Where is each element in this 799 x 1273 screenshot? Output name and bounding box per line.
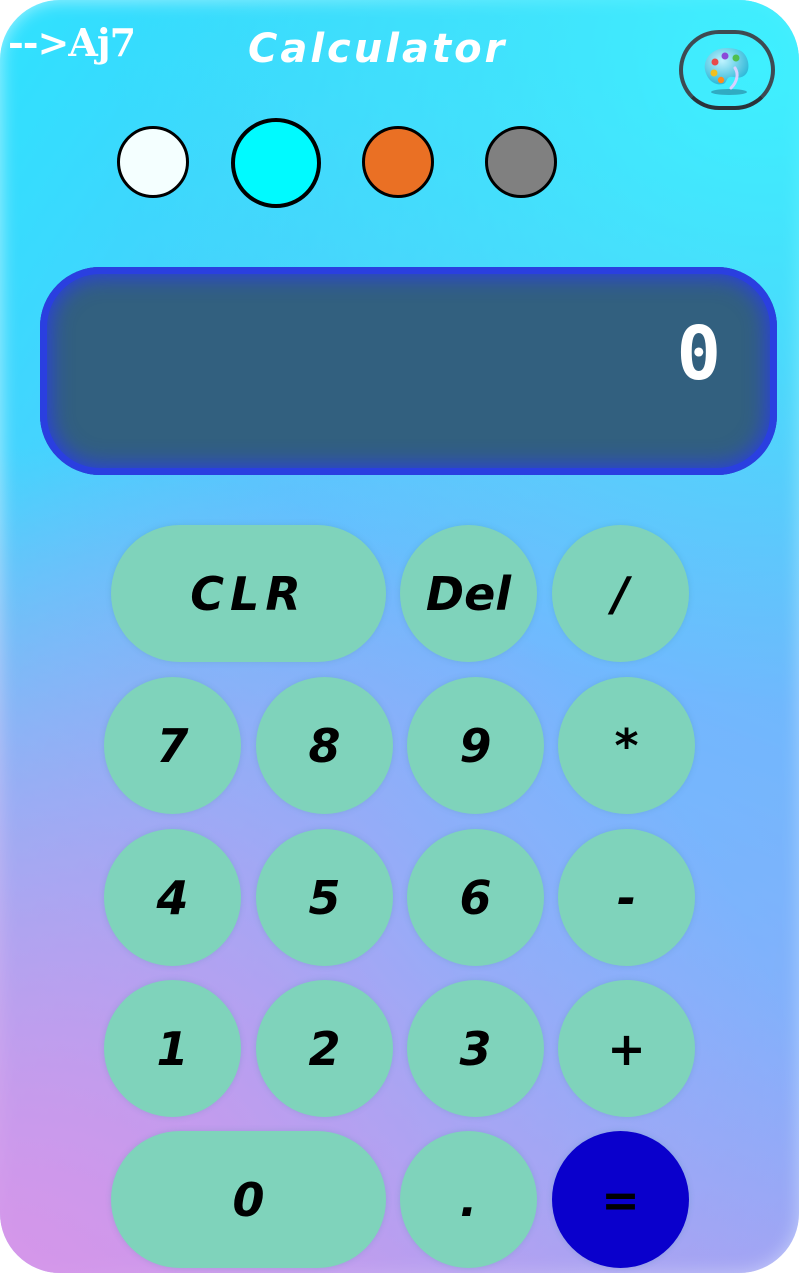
decimal-button[interactable]: . xyxy=(400,1131,537,1268)
digit-2-button[interactable]: 2 xyxy=(256,980,393,1117)
digit-3-button[interactable]: 3 xyxy=(407,980,544,1117)
palette-icon xyxy=(704,48,749,95)
theme-swatch-white[interactable] xyxy=(117,126,189,198)
display-value: 0 xyxy=(676,311,721,397)
digit-1-button[interactable]: 1 xyxy=(104,980,241,1117)
theme-swatch-cyan[interactable] xyxy=(231,118,321,208)
digit-9-button[interactable]: 9 xyxy=(407,677,544,814)
digit-7-button[interactable]: 7 xyxy=(104,677,241,814)
brand-label: -->Aj7 xyxy=(8,20,136,65)
divide-button[interactable]: / xyxy=(552,525,689,662)
digit-4-button[interactable]: 4 xyxy=(104,829,241,966)
subtract-button[interactable]: - xyxy=(558,829,695,966)
multiply-button[interactable]: * xyxy=(558,677,695,814)
digit-5-button[interactable]: 5 xyxy=(256,829,393,966)
theme-swatch-orange[interactable] xyxy=(362,126,434,198)
page-title: Calculator xyxy=(248,26,508,72)
calculator-app: -->Aj7 Calculator 0 CLR Del / 7 8 9 * 4 … xyxy=(0,0,799,1273)
add-button[interactable]: + xyxy=(558,980,695,1117)
clear-button[interactable]: CLR xyxy=(111,525,386,662)
result-display: 0 xyxy=(40,267,777,475)
delete-button[interactable]: Del xyxy=(400,525,537,662)
theme-toggle-button[interactable] xyxy=(679,30,775,110)
digit-6-button[interactable]: 6 xyxy=(407,829,544,966)
digit-8-button[interactable]: 8 xyxy=(256,677,393,814)
equals-button[interactable]: = xyxy=(552,1131,689,1268)
digit-0-button[interactable]: 0 xyxy=(111,1131,386,1268)
theme-swatch-gray[interactable] xyxy=(485,126,557,198)
